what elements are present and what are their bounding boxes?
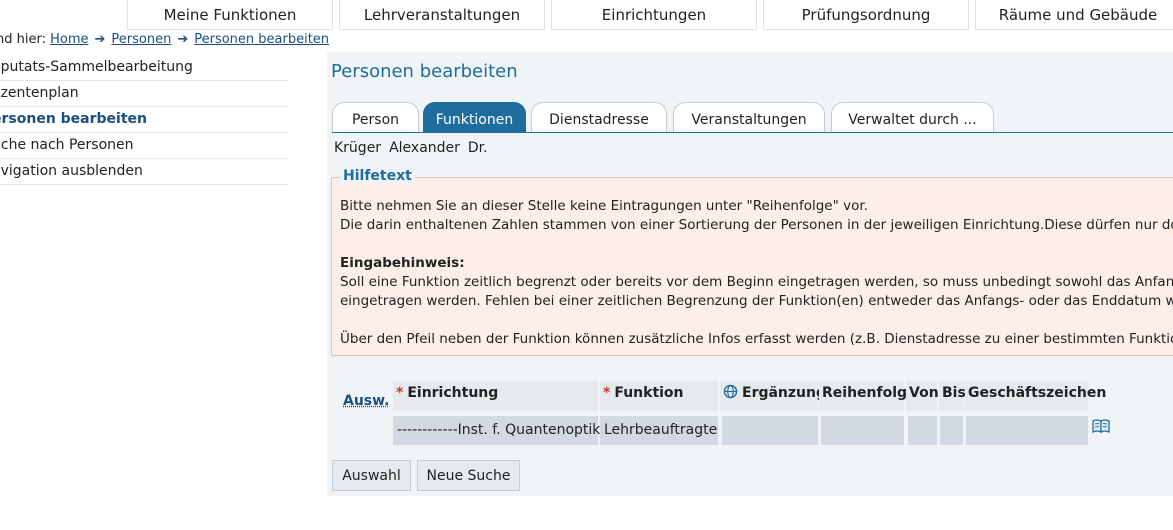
topnav-raeume-und-gebaeude[interactable]: Räume und Gebäude xyxy=(975,0,1173,30)
breadcrumb-home[interactable]: Home xyxy=(50,32,88,47)
page-title: Personen bearbeiten xyxy=(331,61,518,82)
header-geschaeftszeichen: Geschäftszeichen xyxy=(965,381,1106,411)
sidebar: eputats-Sammelbearbeitung ozentenplan er… xyxy=(0,55,288,185)
cell-bis[interactable] xyxy=(940,416,963,445)
cell-einrichtung[interactable]: ------------Inst. f. Quantenoptik xyxy=(393,416,600,445)
header-ergaenzung: Ergänzung xyxy=(720,381,826,411)
tab-funktionen[interactable]: Funktionen xyxy=(423,102,526,132)
required-icon: * xyxy=(603,385,611,401)
person-last-name: Krüger xyxy=(334,140,382,156)
auswahl-button[interactable]: Auswahl xyxy=(332,460,411,491)
help-heading: Eingabehinweis: xyxy=(340,255,465,271)
arrow-right-icon: ➔ xyxy=(94,32,106,47)
cell-geschaeftszeichen[interactable] xyxy=(966,416,1088,445)
sidebar-item-personen-bearbeiten[interactable]: ersonen bearbeiten xyxy=(0,107,288,133)
topnav-lehrveranstaltungen[interactable]: Lehrveranstaltungen xyxy=(339,0,545,30)
book-icon[interactable] xyxy=(1092,419,1110,435)
help-body: Bitte nehmen Sie an dieser Stelle keine … xyxy=(340,197,1173,349)
breadcrumb-personen[interactable]: Personen xyxy=(111,32,171,47)
header-reihenfolge: Reihenfolge xyxy=(819,381,917,411)
help-line: Soll eine Funktion zeitlich begrenzt ode… xyxy=(340,274,1173,290)
tab-verwaltet-durch[interactable]: Verwaltet durch ... xyxy=(831,102,994,132)
cell-reihenfolge[interactable] xyxy=(821,416,904,445)
header-von: Von xyxy=(906,381,939,411)
arrow-right-icon: ➔ xyxy=(177,32,189,47)
cell-funktion[interactable]: Lehrbeauftragte xyxy=(600,416,718,445)
help-line: Bitte nehmen Sie an dieser Stelle keine … xyxy=(340,198,868,214)
breadcrumb-prefix: nd hier: xyxy=(0,32,46,47)
globe-icon[interactable] xyxy=(723,384,738,399)
breadcrumb: nd hier: Home ➔ Personen ➔ Personen bearbeit… xyxy=(0,32,329,47)
required-icon: * xyxy=(396,385,404,401)
help-line: eingetragen werden. Fehlen bei einer zei… xyxy=(340,293,1173,309)
help-line: Über den Pfeil neben der Funktion können… xyxy=(340,331,1173,347)
help-box: Hilfetext Bitte nehmen Sie an dieser Ste… xyxy=(331,168,1173,356)
tab-bar: Person Funktionen Dienstadresse Veransta… xyxy=(332,102,1173,133)
person-title: Dr. xyxy=(467,140,488,156)
neue-suche-button[interactable]: Neue Suche xyxy=(417,460,520,491)
sidebar-item-suche-nach-personen[interactable]: uche nach Personen xyxy=(0,133,288,159)
topnav-pruefungsordnung[interactable]: Prüfungsordnung xyxy=(763,0,969,30)
tab-person[interactable]: Person xyxy=(332,102,419,132)
help-legend: Hilfetext xyxy=(340,168,415,184)
person-name: Krüger Alexander Dr. xyxy=(334,140,496,156)
sidebar-item-dozentenplan[interactable]: ozentenplan xyxy=(0,81,288,107)
person-first-name: Alexander xyxy=(389,140,460,156)
help-line: Die darin enthaltenen Zahlen stammen von… xyxy=(340,217,1173,233)
topnav-meine-funktionen[interactable]: Meine Funktionen xyxy=(127,0,333,30)
sidebar-item-navigation-ausblenden[interactable]: avigation ausblenden xyxy=(0,159,288,185)
ausw-header[interactable]: Ausw. xyxy=(343,381,393,411)
header-funktion: * Funktion xyxy=(600,381,718,411)
tab-dienstadresse[interactable]: Dienstadresse xyxy=(531,102,667,132)
header-einrichtung: * Einrichtung xyxy=(393,381,598,411)
sidebar-item-deputats-sammelbearbeitung[interactable]: eputats-Sammelbearbeitung xyxy=(0,55,288,81)
topnav-einrichtungen[interactable]: Einrichtungen xyxy=(551,0,757,30)
main-panel: Personen bearbeiten Person Funktionen Di… xyxy=(327,52,1173,496)
tab-veranstaltungen[interactable]: Veranstaltungen xyxy=(673,102,825,132)
cell-von[interactable] xyxy=(908,416,937,445)
breadcrumb-personen-bearbeiten[interactable]: Personen bearbeiten xyxy=(194,32,329,47)
header-bis: Bis xyxy=(939,381,966,411)
cell-ergaenzung[interactable] xyxy=(722,416,818,445)
